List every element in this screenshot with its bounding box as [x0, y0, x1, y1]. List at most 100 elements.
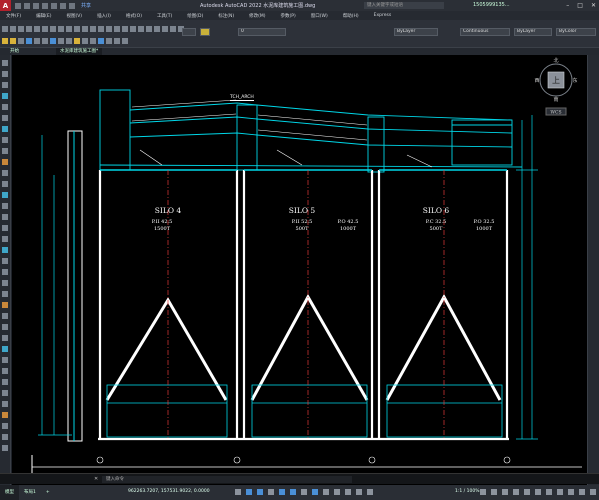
viewcube[interactable]: 上 北 南 东 西 WCS — [534, 57, 578, 116]
menu-modify[interactable]: 修改(M) — [249, 13, 265, 19]
tch-symbol-icon[interactable] — [74, 38, 80, 44]
linetype-dropdown[interactable]: Continuous — [460, 28, 510, 36]
color-dropdown[interactable]: ByLayer — [394, 28, 438, 36]
ortho-toggle-icon[interactable] — [268, 489, 274, 495]
calculator-icon[interactable] — [170, 25, 176, 32]
line-tool-icon[interactable] — [2, 60, 8, 66]
hardware-accel-icon[interactable] — [568, 489, 574, 495]
text-tool-icon[interactable] — [2, 423, 8, 429]
tch-stair-icon[interactable] — [42, 38, 48, 44]
plot-icon[interactable] — [26, 25, 32, 32]
menu-window[interactable]: 窗口(W) — [311, 13, 328, 19]
viewcube-west[interactable]: 西 — [534, 78, 539, 84]
array-tool-icon[interactable] — [2, 269, 8, 275]
menu-tools[interactable]: 工具(T) — [157, 13, 172, 19]
maximize-icon[interactable]: □ — [577, 2, 583, 9]
tab-start[interactable]: 开始 — [6, 48, 23, 55]
menu-file[interactable]: 文件(F) — [6, 13, 21, 19]
units-icon[interactable] — [524, 489, 530, 495]
tab-drawing[interactable]: 水泥库建筑施工图* — [56, 48, 103, 55]
viewcube-top[interactable]: 上 — [552, 76, 560, 85]
saveas-icon[interactable] — [42, 2, 48, 9]
menu-draw[interactable]: 绘图(D) — [187, 13, 203, 19]
menu-help[interactable]: 帮助(H) — [343, 13, 359, 19]
layer-state-icon[interactable] — [200, 28, 210, 36]
selection-filter-icon[interactable] — [367, 489, 373, 495]
arc-tool-icon[interactable] — [2, 93, 8, 99]
menu-format[interactable]: 格式(O) — [126, 13, 142, 19]
insert-tool-icon[interactable] — [2, 445, 8, 451]
menu-express[interactable]: Express — [374, 13, 392, 18]
hatch-tool-icon[interactable] — [2, 159, 8, 165]
save-file-icon[interactable] — [18, 25, 24, 32]
tch-3d-icon[interactable] — [114, 38, 120, 44]
trim-tool-icon[interactable] — [2, 324, 8, 330]
table-tool-icon[interactable] — [2, 192, 8, 198]
auto-scale-icon[interactable] — [491, 489, 497, 495]
mtext-tool-icon[interactable] — [2, 203, 8, 209]
menu-parametric[interactable]: 参数(P) — [281, 13, 296, 19]
new-file-icon[interactable] — [2, 25, 8, 32]
move-tool-icon[interactable] — [2, 280, 8, 286]
save-icon[interactable] — [33, 2, 39, 9]
erase-tool-icon[interactable] — [2, 225, 8, 231]
print-icon[interactable] — [51, 2, 57, 9]
circle-tool-icon[interactable] — [2, 82, 8, 88]
quick-properties-icon[interactable] — [535, 489, 541, 495]
drawing-canvas[interactable]: TCH_ARCH SILO 4 P.II 42.5 1500T SILO 5 P… — [12, 55, 587, 485]
lineweight-dropdown[interactable]: ByLayer — [514, 28, 552, 36]
tool-palette-icon[interactable] — [146, 25, 152, 32]
workspace-gear-icon[interactable] — [502, 489, 508, 495]
tch-elevation-icon[interactable] — [82, 38, 88, 44]
command-close-icon[interactable]: ✕ — [94, 476, 98, 482]
join-tool-icon[interactable] — [2, 390, 8, 396]
polyline-tool-icon[interactable] — [2, 71, 8, 77]
annotation-visibility-icon[interactable] — [480, 489, 486, 495]
tch-section-icon[interactable] — [90, 38, 96, 44]
annotation-monitor-icon[interactable] — [513, 489, 519, 495]
properties-icon[interactable] — [130, 25, 136, 32]
grid-toggle-icon[interactable] — [246, 489, 252, 495]
design-center-icon[interactable] — [138, 25, 144, 32]
osnap-toggle-icon[interactable] — [290, 489, 296, 495]
extend-tool-icon[interactable] — [2, 335, 8, 341]
close-icon[interactable]: ✕ — [591, 2, 596, 9]
transparency-toggle-icon[interactable] — [323, 489, 329, 495]
rectangle-tool-icon[interactable] — [2, 104, 8, 110]
selection-cycling-icon[interactable] — [334, 489, 340, 495]
open-icon[interactable] — [24, 2, 30, 9]
undo-icon[interactable] — [60, 2, 66, 9]
offset-tool-icon[interactable] — [2, 258, 8, 264]
rotate-tool-icon[interactable] — [2, 291, 8, 297]
break-tool-icon[interactable] — [2, 346, 8, 352]
match-properties-icon[interactable] — [74, 25, 80, 32]
cut-icon[interactable] — [50, 25, 56, 32]
paste-icon[interactable] — [66, 25, 72, 32]
command-input[interactable]: 键入命令 — [102, 476, 352, 483]
preview-icon[interactable] — [34, 25, 40, 32]
tch-wall-icon[interactable] — [10, 38, 16, 44]
plotstyle-dropdown[interactable]: ByColor — [556, 28, 596, 36]
region-tool-icon[interactable] — [2, 181, 8, 187]
viewcube-east[interactable]: 东 — [572, 77, 577, 84]
lock-ui-icon[interactable] — [546, 489, 552, 495]
add-layout-button[interactable]: + — [41, 485, 55, 500]
measure-tool-icon[interactable] — [2, 434, 8, 440]
redo-tb-icon[interactable] — [90, 25, 96, 32]
layer-manager-icon[interactable] — [182, 28, 196, 36]
point-tool-icon[interactable] — [2, 214, 8, 220]
fillet-tool-icon[interactable] — [2, 357, 8, 363]
menu-dimension[interactable]: 标注(N) — [218, 13, 234, 19]
dynamic-ucs-icon[interactable] — [356, 489, 362, 495]
tch-tools-icon[interactable] — [106, 38, 112, 44]
open-file-icon[interactable] — [10, 25, 16, 32]
help-search-input[interactable]: 键入关键字或短语 — [364, 2, 444, 9]
menu-insert[interactable]: 插入(I) — [97, 13, 111, 19]
chamfer-tool-icon[interactable] — [2, 379, 8, 385]
customization-menu-icon[interactable] — [590, 489, 596, 495]
markup-icon[interactable] — [162, 25, 168, 32]
tch-axis-icon[interactable] — [2, 38, 8, 44]
tch-text-icon[interactable] — [66, 38, 72, 44]
wcs-menu[interactable]: WCS — [550, 110, 561, 116]
zoom-icon[interactable] — [106, 25, 112, 32]
